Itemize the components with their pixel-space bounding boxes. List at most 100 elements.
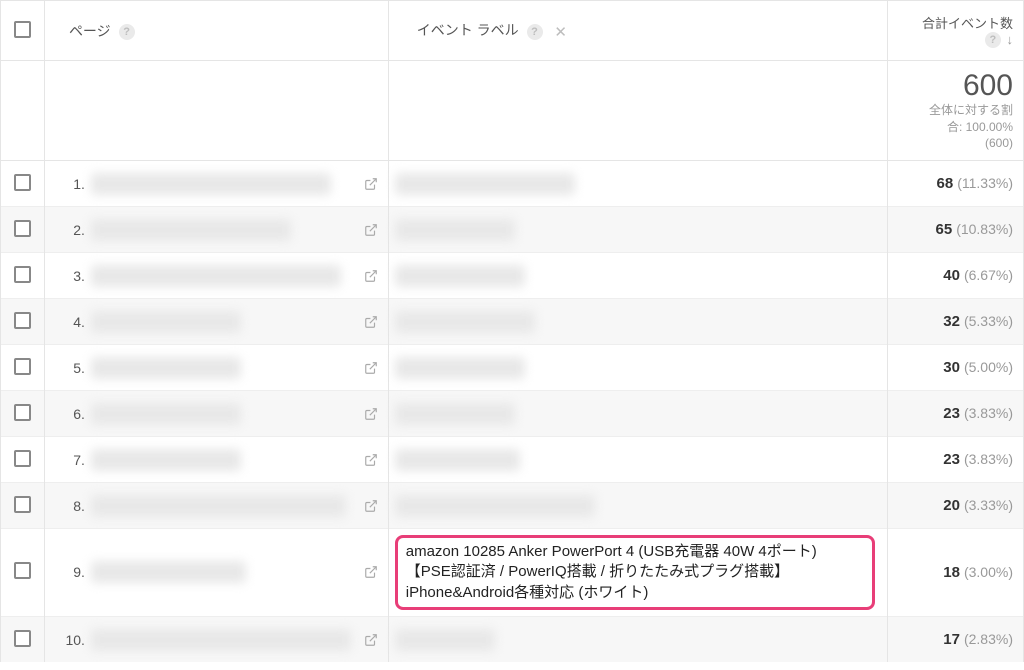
row-rank: 7. <box>45 452 91 468</box>
event-percent: (3.33%) <box>964 497 1013 513</box>
summary-subtext-3: (600) <box>985 136 1013 150</box>
event-percent: (5.00%) <box>964 359 1013 375</box>
row-rank: 9. <box>45 564 91 580</box>
event-label-redacted <box>395 357 525 379</box>
header-page-cell: ページ ? <box>44 1 388 61</box>
external-link-icon[interactable] <box>364 407 378 421</box>
external-link-icon[interactable] <box>364 499 378 513</box>
table-row[interactable]: 10. 17(2.83%) <box>1 616 1024 662</box>
close-icon[interactable]: ✕ <box>554 23 567 41</box>
event-label-highlight: amazon 10285 Anker PowerPort 4 (USB充電器 4… <box>395 535 875 610</box>
page-text-redacted <box>91 311 241 333</box>
page-text-redacted <box>91 495 346 517</box>
row-checkbox[interactable] <box>14 312 31 329</box>
help-icon[interactable]: ? <box>527 24 543 40</box>
event-percent: (10.83%) <box>956 221 1013 237</box>
page-text-redacted <box>91 629 351 651</box>
header-page-label[interactable]: ページ <box>69 23 111 39</box>
row-rank: 6. <box>45 406 91 422</box>
table-row[interactable]: 5. 30(5.00%) <box>1 345 1024 391</box>
external-link-icon[interactable] <box>364 269 378 283</box>
event-count: 40 <box>943 267 960 284</box>
external-link-icon[interactable] <box>364 453 378 467</box>
header-total-events-cell: 合計イベント数 ? ↓ <box>888 1 1024 61</box>
external-link-icon[interactable] <box>364 361 378 375</box>
external-link-icon[interactable] <box>364 177 378 191</box>
event-label-redacted <box>395 173 575 195</box>
table-row[interactable]: 4. 32(5.33%) <box>1 299 1024 345</box>
row-rank: 2. <box>45 222 91 238</box>
event-count: 68 <box>937 175 954 192</box>
row-rank: 5. <box>45 360 91 376</box>
page-text-redacted <box>91 357 241 379</box>
page-text-redacted <box>91 403 241 425</box>
header-total-events-label[interactable]: 合計イベント数 <box>922 16 1013 31</box>
event-label-redacted <box>395 265 525 287</box>
header-event-label-cell: イベント ラベル ? ✕ <box>388 1 887 61</box>
event-label-redacted <box>395 403 515 425</box>
event-count: 23 <box>943 451 960 468</box>
external-link-icon[interactable] <box>364 565 378 579</box>
external-link-icon[interactable] <box>364 633 378 647</box>
row-checkbox[interactable] <box>14 404 31 421</box>
table-row[interactable]: 1. 68(11.33%) <box>1 161 1024 207</box>
header-checkbox-cell <box>1 1 45 61</box>
row-rank: 10. <box>45 632 91 648</box>
summary-subtext-1: 全体に対する割 <box>929 103 1013 117</box>
event-percent: (11.33%) <box>957 175 1013 191</box>
sort-descending-icon[interactable]: ↓ <box>1007 32 1014 47</box>
summary-total-value: 600 <box>889 69 1013 102</box>
table-header-row: ページ ? イベント ラベル ? ✕ 合計イベント数 ? ↓ <box>1 1 1024 61</box>
event-label-redacted <box>395 495 595 517</box>
row-rank: 1. <box>45 176 91 192</box>
event-percent: (5.33%) <box>964 313 1013 329</box>
event-percent: (3.83%) <box>964 451 1013 467</box>
page-text-redacted <box>91 265 341 287</box>
summary-subtext-2: 合: 100.00% <box>947 120 1013 134</box>
select-all-checkbox[interactable] <box>14 21 31 38</box>
row-rank: 8. <box>45 498 91 514</box>
external-link-icon[interactable] <box>364 223 378 237</box>
help-icon[interactable]: ? <box>119 24 135 40</box>
table-row[interactable]: 8. 20(3.33%) <box>1 483 1024 529</box>
event-percent: (3.83%) <box>964 405 1013 421</box>
table-row[interactable]: 9. amazon 10285 Anker PowerPort 4 (USB充電器… <box>1 529 1024 617</box>
table-row[interactable]: 2. 65(10.83%) <box>1 207 1024 253</box>
page-text-redacted <box>91 219 291 241</box>
row-checkbox[interactable] <box>14 496 31 513</box>
table-row[interactable]: 3. 40(6.67%) <box>1 253 1024 299</box>
event-label-redacted <box>395 219 515 241</box>
event-count: 18 <box>943 564 960 581</box>
external-link-icon[interactable] <box>364 315 378 329</box>
row-checkbox[interactable] <box>14 562 31 579</box>
row-rank: 4. <box>45 314 91 330</box>
row-checkbox[interactable] <box>14 220 31 237</box>
event-label-redacted <box>395 311 535 333</box>
table-row[interactable]: 6. 23(3.83%) <box>1 391 1024 437</box>
event-count: 30 <box>943 359 960 376</box>
event-count: 32 <box>943 313 960 330</box>
event-percent: (6.67%) <box>964 267 1013 283</box>
row-checkbox[interactable] <box>14 450 31 467</box>
event-count: 20 <box>943 497 960 514</box>
summary-row: 600 全体に対する割 合: 100.00% (600) <box>1 61 1024 161</box>
table-row[interactable]: 7. 23(3.83%) <box>1 437 1024 483</box>
event-count: 17 <box>943 631 960 648</box>
row-checkbox[interactable] <box>14 358 31 375</box>
event-count: 23 <box>943 405 960 422</box>
row-checkbox[interactable] <box>14 630 31 647</box>
row-checkbox[interactable] <box>14 266 31 283</box>
header-event-label[interactable]: イベント ラベル <box>417 22 519 38</box>
row-checkbox[interactable] <box>14 174 31 191</box>
event-label-redacted <box>395 449 520 471</box>
event-percent: (3.00%) <box>964 564 1013 580</box>
event-label-redacted <box>395 629 495 651</box>
page-text-redacted <box>91 561 246 583</box>
event-percent: (2.83%) <box>964 631 1013 647</box>
page-text-redacted <box>91 173 331 195</box>
event-count: 65 <box>936 221 953 238</box>
help-icon[interactable]: ? <box>985 32 1001 48</box>
events-table: ページ ? イベント ラベル ? ✕ 合計イベント数 ? ↓ 600 全体に対す… <box>0 0 1024 662</box>
row-rank: 3. <box>45 268 91 284</box>
summary-total-cell: 600 全体に対する割 合: 100.00% (600) <box>888 61 1024 161</box>
